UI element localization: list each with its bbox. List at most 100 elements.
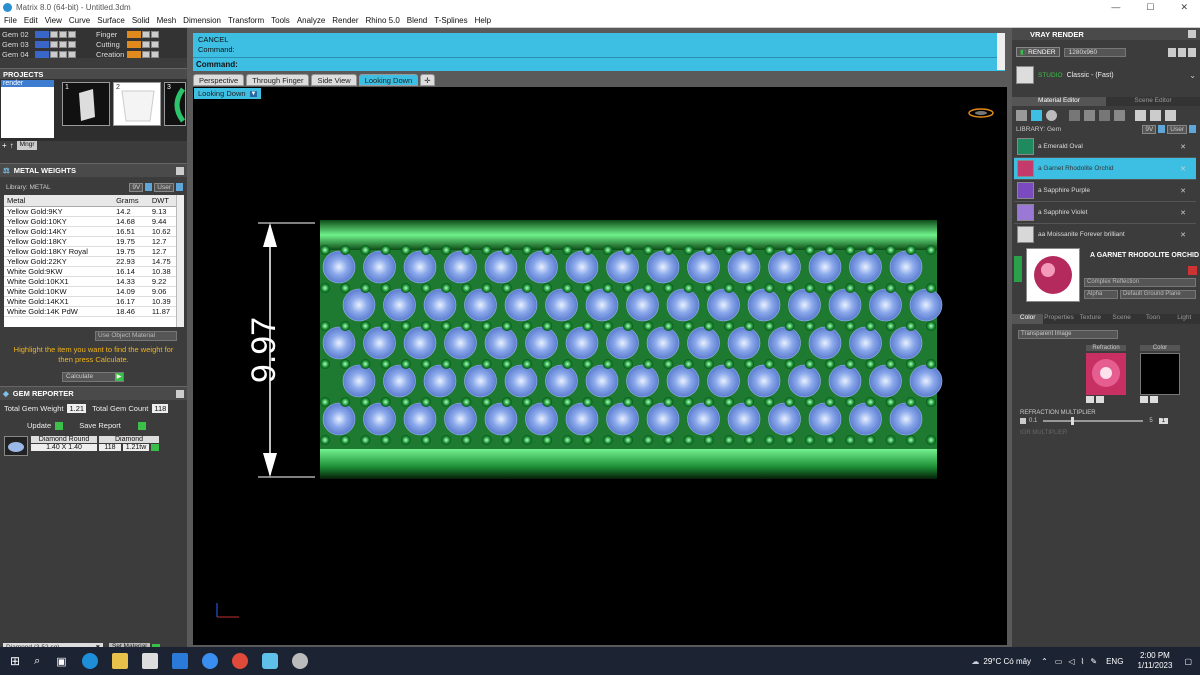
- palette-icon[interactable]: [1135, 110, 1146, 121]
- layer-swatch[interactable]: [127, 30, 141, 38]
- texture-icon[interactable]: [1084, 110, 1095, 121]
- remove-icon[interactable]: ✕: [1180, 187, 1186, 195]
- tab-through-finger[interactable]: Through Finger: [246, 74, 310, 86]
- swatch-button[interactable]: [1086, 396, 1094, 403]
- remove-icon[interactable]: ✕: [1180, 231, 1186, 239]
- gem-option-button[interactable]: [59, 30, 67, 38]
- tab-properties[interactable]: Properties: [1043, 314, 1075, 324]
- resolution-field[interactable]: 1280x960: [1063, 47, 1126, 57]
- material-list-item[interactable]: a Emerald Oval ✕: [1014, 136, 1196, 158]
- table-row[interactable]: White Gold:14KX1 16.17 10.39: [4, 296, 180, 307]
- color-swatch[interactable]: [1140, 353, 1180, 395]
- start-icon[interactable]: ⊞: [10, 654, 20, 668]
- table-row[interactable]: Yellow Gold:10KY 14.68 9.44: [4, 216, 180, 227]
- material-action-icon[interactable]: [1188, 266, 1197, 275]
- remove-icon[interactable]: ✕: [1180, 165, 1186, 173]
- library-9v-button[interactable]: 9V: [1142, 124, 1157, 134]
- ground-plane-dropdown[interactable]: Default Ground Plane: [1120, 290, 1196, 299]
- menu-item[interactable]: T-Splines: [434, 16, 467, 25]
- brush-icon[interactable]: [1150, 110, 1161, 121]
- layer-button[interactable]: [151, 40, 159, 48]
- table-row[interactable]: Yellow Gold:18KY Royal 19.75 12.7: [4, 246, 180, 257]
- metal-scrollbar[interactable]: [176, 195, 184, 327]
- transparent-image-dropdown[interactable]: Transparent Image: [1018, 330, 1118, 339]
- menu-item[interactable]: Tools: [271, 16, 290, 25]
- layer-button[interactable]: [151, 50, 159, 58]
- zalo-icon[interactable]: [201, 653, 218, 669]
- tab-perspective[interactable]: Perspective: [193, 74, 245, 86]
- table-row[interactable]: Yellow Gold:14KY 16.51 10.62: [4, 226, 180, 237]
- next-icon[interactable]: [1178, 47, 1186, 57]
- task-view-icon[interactable]: ▣: [56, 655, 66, 668]
- splitter[interactable]: [0, 58, 187, 68]
- gem-color-swatch[interactable]: [35, 40, 49, 48]
- gem-option-button[interactable]: [68, 50, 76, 58]
- sphere-icon[interactable]: [1046, 110, 1057, 121]
- slider-handle[interactable]: [1071, 417, 1075, 425]
- menu-item[interactable]: Edit: [24, 16, 38, 25]
- menu-item[interactable]: Transform: [228, 16, 264, 25]
- gem-option-button[interactable]: [59, 40, 67, 48]
- menu-item[interactable]: Mesh: [157, 16, 177, 25]
- reset-icon[interactable]: [1020, 418, 1026, 424]
- add-tab-icon[interactable]: ✛: [420, 74, 435, 86]
- menu-item[interactable]: Curve: [69, 16, 90, 25]
- table-row[interactable]: White Gold:14K PdW 18.46 11.87: [4, 306, 180, 317]
- remove-icon[interactable]: ✕: [1180, 143, 1186, 151]
- pen-icon[interactable]: ✎: [1090, 657, 1097, 666]
- slider-value[interactable]: 1: [1158, 418, 1169, 424]
- save-icon[interactable]: [137, 421, 146, 430]
- chevron-up-icon[interactable]: ⌃: [1041, 657, 1048, 666]
- tab-color[interactable]: Color: [1012, 314, 1044, 324]
- material-list-item[interactable]: a Sapphire Purple ✕: [1014, 180, 1196, 202]
- material-type-dropdown[interactable]: Complex Reflection: [1084, 278, 1196, 287]
- material-list-item[interactable]: aa Moissanite Forever brilliant ✕: [1014, 224, 1196, 244]
- swatch-button[interactable]: [1150, 396, 1158, 403]
- library-toggle[interactable]: [176, 183, 183, 191]
- gem-option-button[interactable]: [59, 50, 67, 58]
- close-icon[interactable]: [176, 389, 184, 398]
- library-toggle[interactable]: [145, 183, 153, 191]
- gem-report-item[interactable]: Diamond Round Diamond 1.40 X 1.40 118 1.21t…: [4, 436, 187, 458]
- table-row[interactable]: White Gold:9KW 16.14 10.38: [4, 266, 180, 277]
- alpha-dropdown[interactable]: Alpha: [1084, 290, 1118, 299]
- material-icon[interactable]: [1031, 110, 1042, 121]
- column-header[interactable]: Metal: [4, 195, 114, 207]
- tab-scene[interactable]: Scene: [1105, 314, 1138, 324]
- grid-icon[interactable]: [1069, 110, 1080, 121]
- project-thumbnail[interactable]: 2: [113, 82, 161, 126]
- menu-item[interactable]: File: [4, 16, 17, 25]
- table-row[interactable]: White Gold:10KX1 14.33 9.22: [4, 276, 180, 287]
- gem-option-button[interactable]: [50, 50, 58, 58]
- calculate-button[interactable]: Calculate ▶: [62, 372, 124, 382]
- remove-icon[interactable]: ✕: [1180, 209, 1186, 217]
- tab-side-view[interactable]: Side View: [311, 74, 357, 86]
- save-report-button[interactable]: Save Report: [79, 421, 121, 430]
- menu-item[interactable]: Render: [332, 16, 358, 25]
- layer-icon[interactable]: [1114, 110, 1125, 121]
- menu-item[interactable]: Analyze: [297, 16, 325, 25]
- gem-option-button[interactable]: [50, 40, 58, 48]
- menu-item[interactable]: Dimension: [183, 16, 221, 25]
- tab-light[interactable]: Light: [1168, 314, 1200, 324]
- tab-toon[interactable]: Toon: [1137, 314, 1169, 324]
- network-icon[interactable]: ▭: [1055, 657, 1063, 666]
- collapse-icon[interactable]: [1014, 256, 1022, 282]
- store-icon[interactable]: [141, 653, 158, 669]
- tab-scene-editor[interactable]: Scene Editor: [1106, 97, 1200, 106]
- project-thumbnail[interactable]: 1: [62, 82, 110, 126]
- library-toggle[interactable]: [1158, 125, 1166, 133]
- search-icon[interactable]: ⌕: [34, 655, 40, 668]
- tab-material-editor[interactable]: Material Editor: [1012, 97, 1106, 106]
- menu-item[interactable]: Rhino 5.0: [366, 16, 400, 25]
- column-header[interactable]: Grams: [113, 195, 149, 207]
- minimize-button[interactable]: —: [1111, 2, 1120, 13]
- material-list-item[interactable]: a Sapphire Violet ✕: [1014, 202, 1196, 224]
- close-button[interactable]: ✕: [1180, 2, 1188, 13]
- up-icon[interactable]: ↑: [10, 141, 14, 150]
- table-row[interactable]: Yellow Gold:22KY 22.93 14.75: [4, 256, 180, 267]
- refraction-multiplier-slider[interactable]: [1043, 417, 1144, 425]
- manager-button[interactable]: Mngr: [16, 141, 38, 150]
- clock[interactable]: 2:00 PM 1/11/2023: [1137, 651, 1172, 671]
- light-icon[interactable]: [1165, 110, 1176, 121]
